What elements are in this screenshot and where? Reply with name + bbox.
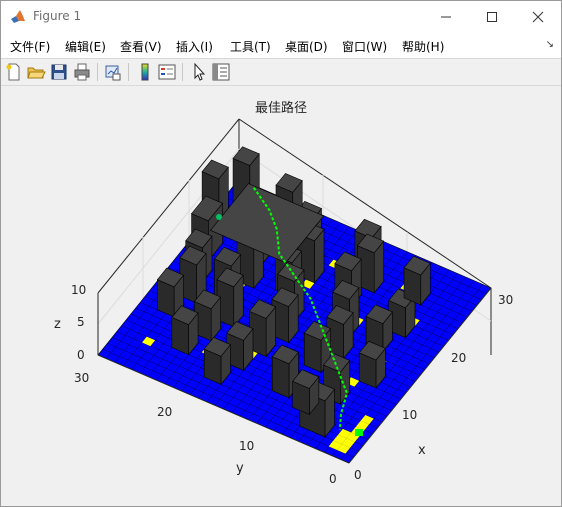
figure-window: Figure 1 文件(F) 编辑(E) 查看(V) 插入(I) 工具(T) 桌… xyxy=(0,0,562,507)
z-axis-label: z xyxy=(54,317,61,332)
obstacle-block xyxy=(358,340,386,389)
obstacle-block xyxy=(171,305,199,356)
y-tick-10: 10 xyxy=(239,439,255,453)
x-tick-20: 20 xyxy=(451,351,467,365)
y-axis-label: y xyxy=(236,461,244,476)
z-tick-0: 0 xyxy=(77,348,85,362)
goal-point-marker xyxy=(355,429,363,436)
z-tick-10: 10 xyxy=(71,283,87,297)
x-axis-label: x xyxy=(418,443,426,458)
y-tick-0: 0 xyxy=(329,472,337,486)
y-tick-30: 30 xyxy=(74,371,90,385)
x-tick-30: 30 xyxy=(498,293,514,307)
obstacle-block xyxy=(292,369,320,416)
obstacle-block xyxy=(203,337,231,386)
obstacle-block xyxy=(403,255,431,306)
z-tick-5: 5 xyxy=(77,315,85,329)
axes-3d[interactable] xyxy=(1,1,561,506)
y-tick-20: 20 xyxy=(157,405,173,419)
start-point-marker xyxy=(216,214,222,220)
x-tick-0: 0 xyxy=(354,468,362,482)
x-tick-10: 10 xyxy=(402,408,418,422)
